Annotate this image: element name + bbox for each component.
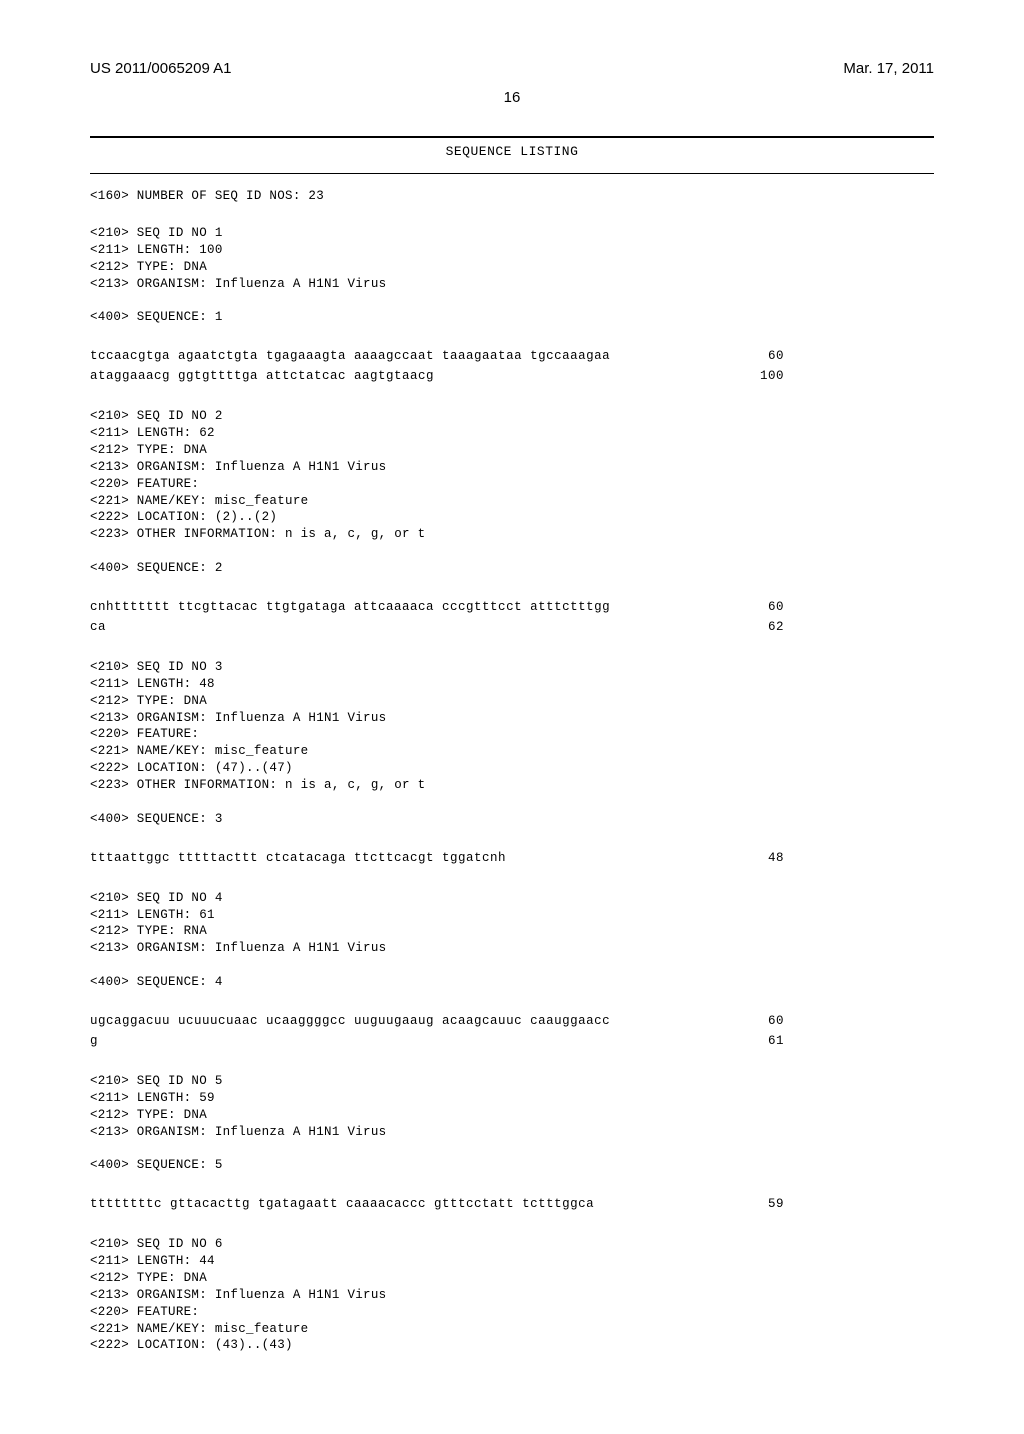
sequence-meta: <210> SEQ ID NO 2 <211> LENGTH: 62 <212>… <box>90 408 934 577</box>
sequence-position: 59 <box>714 1194 784 1214</box>
seq-count-line: <160> NUMBER OF SEQ ID NOS: 23 <box>90 188 934 205</box>
publication-number: US 2011/0065209 A1 <box>90 60 232 77</box>
sequence-text: g <box>90 1031 98 1051</box>
page-number: 16 <box>90 89 934 106</box>
page-container: US 2011/0065209 A1 Mar. 17, 2011 16 SEQU… <box>0 0 1024 1434</box>
sequence-line: ugcaggacuu ucuuucuaac ucaaggggcc uuguuga… <box>90 1011 784 1031</box>
sequence-line: ca 62 <box>90 617 784 637</box>
sequence-text: ataggaaacg ggtgttttga attctatcac aagtgta… <box>90 366 434 386</box>
sequence-position: 48 <box>714 848 784 868</box>
sequence-meta: <210> SEQ ID NO 3 <211> LENGTH: 48 <212>… <box>90 659 934 828</box>
publication-date: Mar. 17, 2011 <box>843 60 934 77</box>
sequence-meta: <210> SEQ ID NO 6 <211> LENGTH: 44 <212>… <box>90 1236 934 1354</box>
sequence-text: ca <box>90 617 106 637</box>
sequence-line: g 61 <box>90 1031 784 1051</box>
sequence-data: tttaattggc tttttacttt ctcatacaga ttcttca… <box>90 848 934 868</box>
sequence-position: 60 <box>714 1011 784 1031</box>
sequence-text: ugcaggacuu ucuuucuaac ucaaggggcc uuguuga… <box>90 1011 610 1031</box>
page-header: US 2011/0065209 A1 Mar. 17, 2011 <box>90 60 934 77</box>
sequence-position: 62 <box>714 617 784 637</box>
divider-under-title <box>90 173 934 174</box>
sequence-listing-title: SEQUENCE LISTING <box>90 144 934 159</box>
sequence-data: ugcaggacuu ucuuucuaac ucaaggggcc uuguuga… <box>90 1011 934 1051</box>
sequence-data: cnhttttttt ttcgttacac ttgtgataga attcaaa… <box>90 597 934 637</box>
sequence-line: ttttttttc gttacacttg tgatagaatt caaaacac… <box>90 1194 784 1214</box>
sequence-line: tccaacgtga agaatctgta tgagaaagta aaaagcc… <box>90 346 784 366</box>
sequence-text: ttttttttc gttacacttg tgatagaatt caaaacac… <box>90 1194 594 1214</box>
sequence-data: tccaacgtga agaatctgta tgagaaagta aaaagcc… <box>90 346 934 386</box>
sequence-line: cnhttttttt ttcgttacac ttgtgataga attcaaa… <box>90 597 784 617</box>
sequence-entries: <210> SEQ ID NO 1 <211> LENGTH: 100 <212… <box>90 225 934 1354</box>
sequence-position: 60 <box>714 597 784 617</box>
sequence-position: 100 <box>714 366 784 386</box>
sequence-position: 60 <box>714 346 784 366</box>
sequence-text: tccaacgtga agaatctgta tgagaaagta aaaagcc… <box>90 346 610 366</box>
sequence-meta: <210> SEQ ID NO 5 <211> LENGTH: 59 <212>… <box>90 1073 934 1174</box>
sequence-line: ataggaaacg ggtgttttga attctatcac aagtgta… <box>90 366 784 386</box>
sequence-text: cnhttttttt ttcgttacac ttgtgataga attcaaa… <box>90 597 610 617</box>
divider-top <box>90 136 934 138</box>
sequence-meta: <210> SEQ ID NO 4 <211> LENGTH: 61 <212>… <box>90 890 934 991</box>
sequence-data: ttttttttc gttacacttg tgatagaatt caaaacac… <box>90 1194 934 1214</box>
sequence-line: tttaattggc tttttacttt ctcatacaga ttcttca… <box>90 848 784 868</box>
sequence-position: 61 <box>714 1031 784 1051</box>
sequence-text: tttaattggc tttttacttt ctcatacaga ttcttca… <box>90 848 506 868</box>
sequence-meta: <210> SEQ ID NO 1 <211> LENGTH: 100 <212… <box>90 225 934 326</box>
